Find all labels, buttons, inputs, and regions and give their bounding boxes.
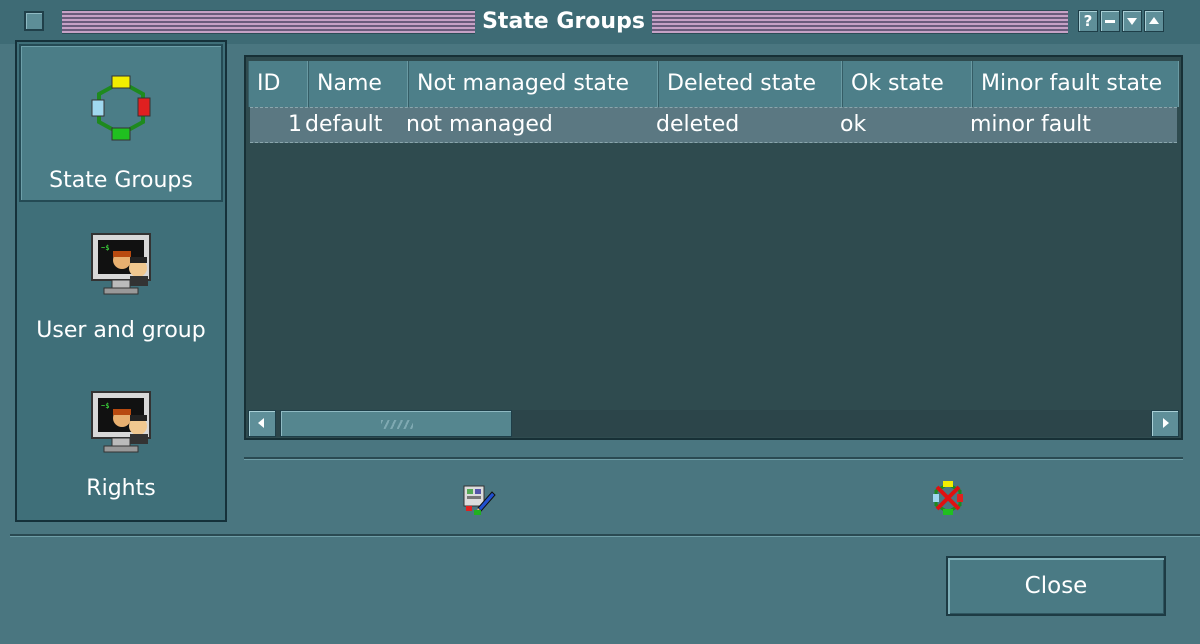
scrollbar-grip: [381, 420, 413, 429]
title-bar: State Groups ?: [0, 0, 1200, 44]
edit-button[interactable]: [458, 478, 498, 518]
divider: [244, 457, 1183, 460]
minimize-icon: [1105, 20, 1115, 23]
column-header-name[interactable]: Name: [308, 61, 408, 107]
scrollbar-thumb[interactable]: [280, 410, 512, 437]
cell-deleted: deleted: [656, 112, 740, 137]
table-header: ID Name Not managed state Deleted state …: [248, 61, 1179, 107]
sidebar-item-rights[interactable]: ~$ Rights: [19, 380, 223, 520]
edit-icon: [463, 485, 496, 515]
arrow-right-icon: [1163, 418, 1169, 428]
column-header-ok[interactable]: Ok state: [842, 61, 972, 107]
title-bar-stripes-right[interactable]: [652, 10, 1068, 34]
column-header-deleted[interactable]: Deleted state: [658, 61, 842, 107]
state-groups-table: ID Name Not managed state Deleted state …: [244, 55, 1183, 440]
sidebar-item-state-groups[interactable]: State Groups: [19, 44, 223, 202]
shade-down-button[interactable]: [1122, 10, 1142, 32]
svg-text:~$: ~$: [101, 244, 109, 252]
delete-icon: [933, 481, 963, 515]
scroll-left-button[interactable]: [248, 410, 276, 437]
user-monitor-icon: ~$: [91, 233, 151, 295]
help-button[interactable]: ?: [1078, 10, 1098, 32]
maximize-button[interactable]: [1144, 10, 1164, 32]
triangle-down-icon: [1127, 18, 1137, 25]
title-bar-stripes-left[interactable]: [62, 10, 475, 34]
cell-id: 1: [288, 112, 302, 137]
cell-not-managed: not managed: [406, 112, 553, 137]
horizontal-scrollbar[interactable]: [248, 410, 1179, 437]
window-menu-button[interactable]: [24, 11, 44, 31]
column-header-not-managed[interactable]: Not managed state: [408, 61, 658, 107]
sidebar-item-label: User and group: [36, 318, 206, 343]
scroll-right-button[interactable]: [1151, 410, 1179, 437]
sidebar-item-user-and-group[interactable]: ~$ User and group: [19, 222, 223, 372]
state-groups-icon: [91, 75, 151, 141]
close-button[interactable]: Close: [946, 556, 1166, 616]
sidebar: State Groups ~$ User and group ~$ Rights: [15, 40, 227, 522]
delete-button[interactable]: [928, 478, 968, 518]
user-monitor-icon: ~$: [91, 391, 151, 453]
minimize-button[interactable]: [1100, 10, 1120, 32]
window-title: State Groups: [482, 9, 645, 34]
column-header-id[interactable]: ID: [248, 61, 308, 107]
table-row[interactable]: 1 default not managed deleted ok minor f…: [250, 107, 1177, 143]
cell-name: default: [305, 112, 383, 137]
footer-divider: [10, 534, 1200, 537]
svg-text:~$: ~$: [101, 402, 109, 410]
sidebar-item-label: Rights: [86, 476, 156, 501]
triangle-up-icon: [1149, 17, 1159, 24]
cell-ok: ok: [840, 112, 867, 137]
cell-minor-fault: minor fault: [970, 112, 1091, 137]
sidebar-item-label: State Groups: [49, 168, 193, 193]
column-header-minor-fault[interactable]: Minor fault state: [972, 61, 1179, 107]
arrow-left-icon: [258, 418, 264, 428]
